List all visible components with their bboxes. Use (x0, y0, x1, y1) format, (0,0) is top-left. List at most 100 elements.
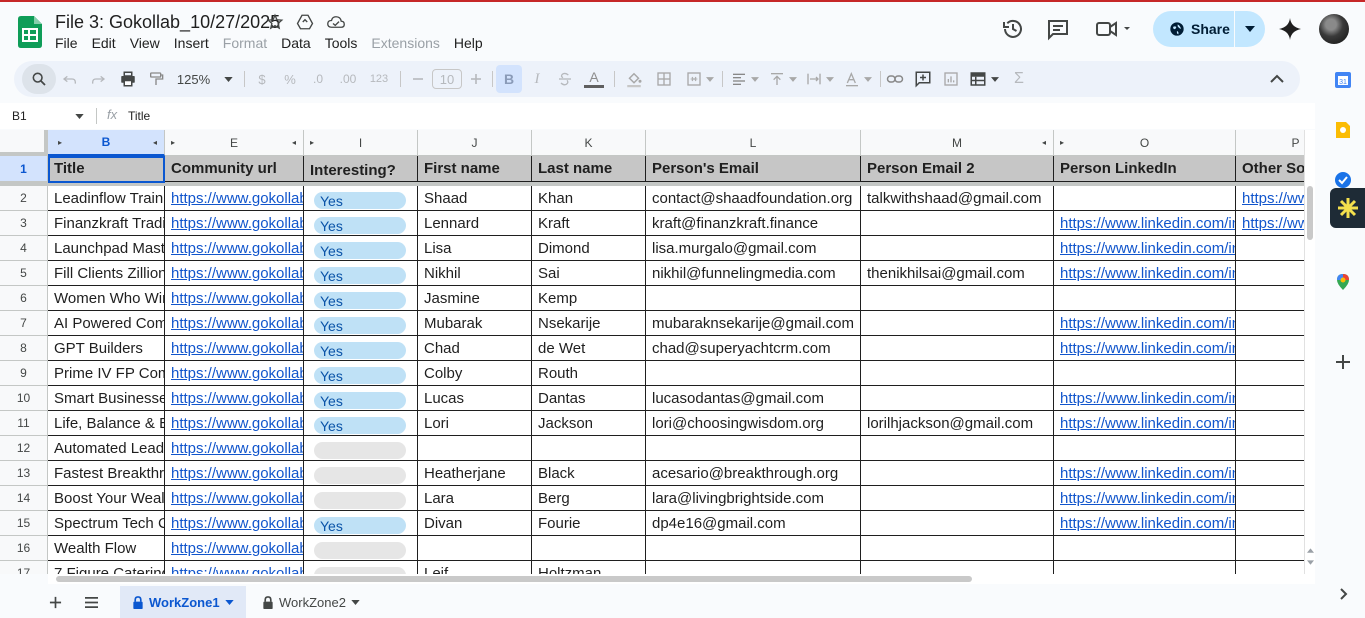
addon-icon-tile[interactable] (1330, 188, 1365, 228)
cell-email2[interactable] (861, 361, 1054, 386)
cell-other[interactable] (1236, 236, 1304, 261)
column-header-j[interactable]: J (418, 130, 532, 156)
cell-link[interactable]: https://www.gokollab.com (171, 540, 303, 557)
calendar-icon[interactable]: 31 (1333, 70, 1353, 90)
hidden-columns-toggle-icon[interactable]: ◂ (292, 138, 296, 147)
redo-button[interactable] (86, 61, 110, 97)
cell-first[interactable]: Shaad (418, 186, 532, 211)
move-to-drive-icon[interactable] (296, 13, 314, 31)
functions-button[interactable]: Σ (1008, 61, 1030, 97)
cell-link[interactable]: https://www.gokollab.com (171, 415, 303, 432)
hidden-columns-toggle-icon[interactable]: ▸ (58, 138, 62, 147)
cell-linkedin[interactable]: https://www.linkedin.com/in (1054, 511, 1236, 536)
row-header[interactable]: 13 (0, 461, 48, 486)
cell-email[interactable]: lori@choosingwisdom.org (646, 411, 861, 436)
cell-url[interactable]: https://www.gokollab.com (165, 411, 304, 436)
cell-linkedin[interactable] (1054, 286, 1236, 311)
cell-url[interactable]: https://www.gokollab.com (165, 486, 304, 511)
cell-interesting[interactable]: Yes (304, 236, 418, 261)
italic-button[interactable]: I (526, 61, 548, 97)
cell-link[interactable]: https://www.gokollab.com (171, 515, 303, 532)
document-title[interactable]: File 3: Gokollab_10/27/2025 (55, 12, 280, 33)
borders-button[interactable] (652, 61, 676, 97)
status-chip[interactable] (314, 442, 406, 459)
meet-video-icon[interactable] (1094, 17, 1134, 41)
cell-linkedin[interactable]: https://www.linkedin.com/in (1054, 461, 1236, 486)
cell-linkedin[interactable] (1054, 536, 1236, 561)
cell-interesting[interactable]: Yes (304, 411, 418, 436)
cell-linkedin[interactable]: https://www.linkedin.com/in (1054, 386, 1236, 411)
status-chip[interactable]: Yes (314, 392, 406, 409)
cell-link[interactable]: https://www.gokollab.com (171, 190, 303, 207)
header-cell[interactable]: Interesting? (304, 156, 418, 182)
tasks-icon[interactable] (1333, 170, 1353, 190)
row-header[interactable]: 5 (0, 261, 48, 286)
row-header[interactable]: 15 (0, 511, 48, 536)
decrease-font-size-button[interactable] (408, 61, 428, 97)
cell-email[interactable]: mubaraknsekarije@gmail.com (646, 311, 861, 336)
column-header-m[interactable]: M (861, 130, 1054, 156)
cell-other[interactable] (1236, 311, 1304, 336)
print-button[interactable] (116, 61, 140, 97)
cell-link[interactable]: https://www.gokollab.com (171, 340, 303, 357)
cell-first[interactable] (418, 436, 532, 461)
cell-link[interactable]: https://www.linkedin.com/in (1060, 340, 1235, 357)
cell-first[interactable]: Nikhil (418, 261, 532, 286)
cell-email[interactable] (646, 286, 861, 311)
cell-first[interactable]: Lennard (418, 211, 532, 236)
cell-linkedin[interactable]: https://www.linkedin.com/in (1054, 236, 1236, 261)
cell-title[interactable]: AI Powered Community (48, 311, 165, 336)
row-header[interactable]: 7 (0, 311, 48, 336)
cell-link[interactable]: https://www.linkedin.com/in (1060, 465, 1235, 482)
vertical-align-button[interactable] (766, 61, 800, 97)
cell-linkedin[interactable]: https://www.linkedin.com/in (1054, 486, 1236, 511)
cell-title[interactable]: GPT Builders (48, 336, 165, 361)
cell-link[interactable]: https://www.linkedin.com/in (1060, 415, 1235, 432)
share-button[interactable]: Share (1153, 11, 1235, 47)
cell-link[interactable]: https://www.linkedin.com/in (1060, 265, 1235, 282)
cell-interesting[interactable]: Yes (304, 361, 418, 386)
cell-email2[interactable] (861, 561, 1054, 574)
add-sheet-icon[interactable] (49, 596, 62, 609)
cell-interesting[interactable]: Yes (304, 186, 418, 211)
cell-last[interactable]: Kemp (532, 286, 646, 311)
header-cell[interactable]: Other So (1236, 156, 1304, 182)
cell-email2[interactable] (861, 536, 1054, 561)
cell-interesting[interactable] (304, 536, 418, 561)
horizontal-scrollbar[interactable] (48, 574, 1315, 584)
decrease-decimal-button[interactable]: .0 (306, 61, 330, 97)
cell-first[interactable]: Mubarak (418, 311, 532, 336)
cell-linkedin[interactable] (1054, 561, 1236, 574)
cell-email2[interactable] (861, 486, 1054, 511)
cell-email2[interactable] (861, 311, 1054, 336)
cell-title[interactable]: Fastest Breakthrough (48, 461, 165, 486)
row-header[interactable]: 12 (0, 436, 48, 461)
undo-button[interactable] (58, 61, 82, 97)
cell-email[interactable]: dp4e16@gmail.com (646, 511, 861, 536)
vertical-scrollbar[interactable] (1304, 130, 1315, 574)
cell-link[interactable]: https://www (1242, 215, 1304, 232)
cell-last[interactable]: Khan (532, 186, 646, 211)
cell-title[interactable]: Leadinflow Training (48, 186, 165, 211)
bold-button[interactable]: B (496, 65, 522, 93)
cell-linkedin[interactable] (1054, 361, 1236, 386)
column-header-o[interactable]: O (1054, 130, 1236, 156)
strikethrough-button[interactable] (554, 61, 576, 97)
cell-email2[interactable]: thenikhilsai@gmail.com (861, 261, 1054, 286)
cell-title[interactable]: Automated Leads (48, 436, 165, 461)
status-chip[interactable]: Yes (314, 417, 406, 434)
menu-extensions[interactable]: Extensions (371, 35, 447, 51)
cell-other[interactable] (1236, 411, 1304, 436)
row-header[interactable]: 2 (0, 186, 48, 211)
cell-title[interactable]: Launchpad Mastermind (48, 236, 165, 261)
cell-first[interactable]: Lisa (418, 236, 532, 261)
cell-url[interactable]: https://www.gokollab.com (165, 286, 304, 311)
status-chip[interactable] (314, 467, 406, 484)
cell-other[interactable] (1236, 511, 1304, 536)
text-wrapping-button[interactable] (802, 61, 838, 97)
gemini-sparkle-icon[interactable] (1278, 17, 1302, 41)
cell-url[interactable]: https://www.gokollab.com (165, 386, 304, 411)
cell-linkedin[interactable] (1054, 186, 1236, 211)
cell-other[interactable] (1236, 436, 1304, 461)
hidden-columns-toggle-icon[interactable]: ◂ (153, 138, 157, 147)
